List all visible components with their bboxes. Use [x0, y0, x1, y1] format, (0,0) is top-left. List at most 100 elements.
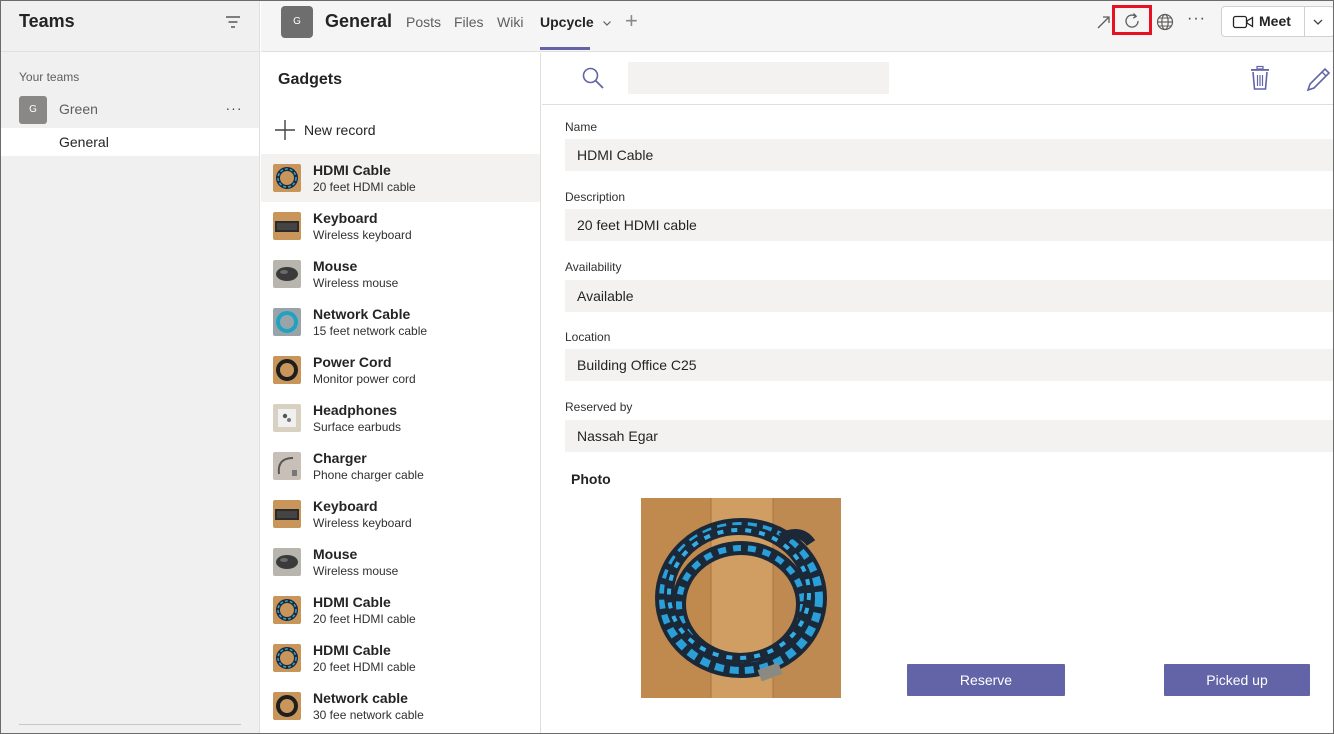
item-title: HDMI Cable [313, 642, 391, 658]
team-item-green[interactable]: G Green ··· [1, 94, 260, 126]
item-thumbnail [273, 404, 301, 432]
list-item[interactable]: Charger Phone charger cable [261, 442, 540, 490]
header-more-options-icon[interactable]: ··· [1187, 10, 1206, 28]
list-item[interactable]: Network cable 30 fee network cable [261, 682, 540, 730]
refresh-icon[interactable] [1121, 10, 1143, 32]
tab-wiki[interactable]: Wiki [497, 14, 523, 30]
meet-options-chevron-icon[interactable] [1310, 14, 1326, 30]
item-title: Headphones [313, 402, 398, 418]
channel-avatar: G [281, 6, 313, 38]
item-subtitle: 15 feet network cable [313, 324, 428, 338]
item-subtitle: 30 fee network cable [313, 708, 424, 722]
meet-split-divider [1304, 7, 1305, 36]
field-value-reserved-by[interactable]: Nassah Egar [565, 420, 1333, 452]
field-value-name[interactable]: HDMI Cable [565, 139, 1333, 171]
item-title: Keyboard [313, 498, 378, 514]
meet-label: Meet [1259, 13, 1291, 29]
filter-icon[interactable] [223, 12, 243, 32]
field-value-description[interactable]: 20 feet HDMI cable [565, 209, 1333, 241]
plus-icon [275, 120, 295, 140]
item-title: Network Cable [313, 306, 411, 322]
sidebar-divider [19, 724, 241, 725]
item-title: HDMI Cable [313, 594, 391, 610]
item-title: Charger [313, 450, 367, 466]
search-icon[interactable] [580, 65, 606, 91]
photo-label: Photo [571, 471, 611, 487]
app-window: Teams Your teams G Green ··· General G G… [0, 0, 1334, 734]
item-subtitle: Wireless mouse [313, 276, 399, 290]
list-item[interactable]: Network Cable 15 feet network cable [261, 298, 540, 346]
item-thumbnail [273, 308, 301, 336]
video-camera-icon [1232, 15, 1254, 29]
list-title: Gadgets [278, 71, 343, 88]
item-thumbnail [273, 452, 301, 480]
item-title: Keyboard [313, 210, 378, 226]
item-thumbnail [273, 692, 301, 720]
list-item[interactable]: HDMI Cable 20 feet HDMI cable [261, 634, 540, 682]
team-more-options-icon[interactable]: ··· [223, 97, 245, 119]
list-item[interactable]: Mouse Wireless mouse [261, 250, 540, 298]
list-item[interactable]: HDMI Cable 20 feet HDMI cable [261, 154, 540, 202]
teams-header: Teams [1, 1, 260, 52]
item-thumbnail [273, 548, 301, 576]
tab-files[interactable]: Files [454, 14, 484, 30]
active-tab-indicator [540, 47, 590, 50]
item-title: Mouse [313, 546, 358, 562]
channel-name: General [59, 134, 109, 150]
list-item[interactable]: Keyboard Wireless keyboard [261, 490, 540, 538]
item-title: Network cable [313, 690, 408, 706]
field-label-location: Location [565, 330, 611, 344]
item-thumbnail [273, 644, 301, 672]
item-subtitle: 20 feet HDMI cable [313, 180, 416, 194]
item-subtitle: Surface earbuds [313, 420, 402, 434]
item-thumbnail [273, 356, 301, 384]
meet-button[interactable]: Meet [1221, 6, 1333, 37]
field-value-availability[interactable]: Available [565, 280, 1333, 312]
item-thumbnail [273, 500, 301, 528]
item-subtitle: Wireless mouse [313, 564, 399, 578]
item-thumbnail [273, 596, 301, 624]
field-label-availability: Availability [565, 260, 622, 274]
website-globe-icon[interactable] [1154, 11, 1176, 33]
list-item[interactable]: Mouse Wireless mouse [261, 538, 540, 586]
list-item[interactable]: Keyboard Wireless keyboard [261, 202, 540, 250]
field-label-reserved-by: Reserved by [565, 400, 633, 414]
item-title: HDMI Cable [313, 162, 391, 178]
teams-sidebar: Teams Your teams G Green ··· General [1, 1, 260, 733]
item-thumbnail [273, 212, 301, 240]
edit-pencil-icon[interactable] [1304, 65, 1332, 93]
new-record-label: New record [304, 122, 376, 138]
item-title: Power Cord [313, 354, 392, 370]
list-item[interactable]: Headphones Surface earbuds [261, 394, 540, 442]
channel-header: G General Posts Files Wiki Upcycle + ···… [261, 1, 1333, 52]
item-thumbnail [273, 260, 301, 288]
gadgets-list-pane: Gadgets New record HDMI Cable 20 feet HDM… [261, 53, 541, 733]
picked-up-button[interactable]: Picked up [1164, 664, 1310, 696]
chevron-down-icon [602, 21, 611, 27]
field-value-location[interactable]: Building Office C25 [565, 349, 1333, 381]
trash-icon[interactable] [1248, 65, 1272, 91]
gadget-photo [641, 498, 841, 698]
item-thumbnail [273, 164, 301, 192]
list-item[interactable]: Power Cord Monitor power cord [261, 346, 540, 394]
channel-title: General [325, 11, 393, 31]
item-subtitle: 20 feet HDMI cable [313, 612, 416, 626]
tab-posts[interactable]: Posts [406, 14, 441, 30]
item-subtitle: Phone charger cable [313, 468, 424, 482]
record-detail-pane: Name HDMI Cable Description 20 feet HDMI… [542, 53, 1333, 733]
field-label-name: Name [565, 120, 598, 134]
detail-toolbar [542, 53, 1333, 105]
field-label-description: Description [565, 190, 626, 204]
list-item[interactable]: HDMI Cable 20 feet HDMI cable [261, 586, 540, 634]
teams-title: Teams [19, 11, 75, 31]
team-name: Green [59, 101, 98, 117]
tab-upcycle[interactable]: Upcycle [540, 14, 612, 30]
reserve-button[interactable]: Reserve [907, 664, 1065, 696]
your-teams-label: Your teams [19, 70, 80, 84]
add-tab-button[interactable]: + [625, 9, 638, 33]
search-input[interactable] [628, 62, 889, 94]
item-subtitle: Monitor power cord [313, 372, 416, 386]
channel-item-general[interactable]: General [1, 128, 259, 156]
item-subtitle: 20 feet HDMI cable [313, 660, 416, 674]
tab-upcycle-label: Upcycle [540, 14, 594, 30]
